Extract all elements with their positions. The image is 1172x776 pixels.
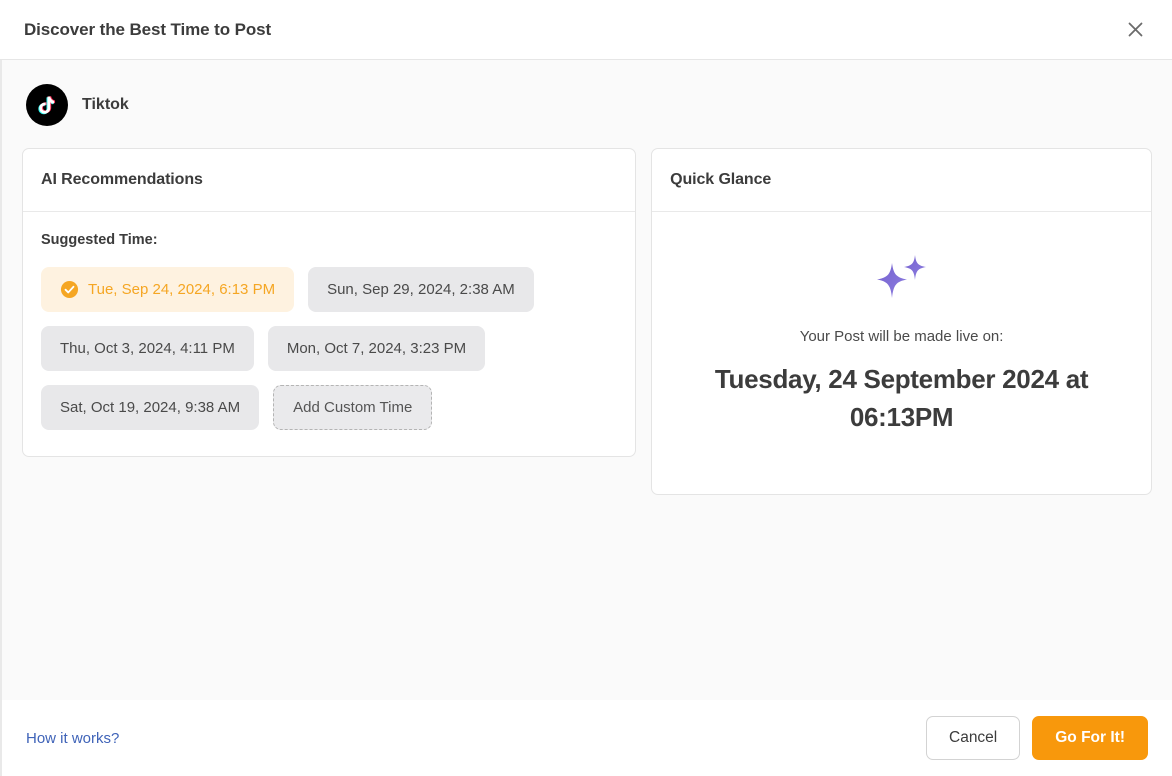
modal-footer: How it works? Cancel Go For It! <box>0 700 1172 776</box>
ai-recommendations-card: AI Recommendations Suggested Time: Tue, … <box>22 148 637 457</box>
quick-glance-datetime: Tuesday, 24 September 2024 at 06:13PM <box>714 364 1089 432</box>
go-for-it-button[interactable]: Go For It! <box>1032 716 1148 760</box>
quick-glance-body: Your Post will be made live on: Tuesday,… <box>652 212 1151 494</box>
quick-glance-title: Quick Glance <box>670 171 772 188</box>
platform-row: Tiktok <box>22 60 1152 148</box>
time-chip[interactable]: Mon, Oct 7, 2024, 3:23 PM <box>267 326 486 371</box>
modal-header: Discover the Best Time to Post <box>0 0 1172 60</box>
suggested-time-chip-list: Tue, Sep 24, 2024, 6:13 PM Sun, Sep 29, … <box>41 267 617 430</box>
time-chip[interactable]: Sat, Oct 19, 2024, 9:38 AM <box>41 385 260 430</box>
time-chip[interactable]: Sun, Sep 29, 2024, 2:38 AM <box>308 267 534 312</box>
quick-glance-subtitle: Your Post will be made live on: <box>799 328 1004 346</box>
time-chip-label: Sun, Sep 29, 2024, 2:38 AM <box>327 281 515 298</box>
add-custom-time-label: Add Custom Time <box>293 399 413 416</box>
time-chip-label: Tue, Sep 24, 2024, 6:13 PM <box>88 281 276 298</box>
suggested-time-label: Suggested Time: <box>41 232 158 248</box>
page-title: Discover the Best Time to Post <box>24 19 272 39</box>
time-chip-selected[interactable]: Tue, Sep 24, 2024, 6:13 PM <box>41 267 295 312</box>
footer-actions: Cancel Go For It! <box>926 716 1148 760</box>
modal-body: Tiktok AI Recommendations Suggested Time… <box>0 60 1172 700</box>
quick-glance-card: Quick Glance Your Post will be made live… <box>651 148 1152 495</box>
close-icon <box>1126 20 1145 39</box>
time-chip-label: Sat, Oct 19, 2024, 9:38 AM <box>60 399 241 416</box>
time-chip-label: Mon, Oct 7, 2024, 3:23 PM <box>286 340 467 357</box>
platform-name: Tiktok <box>82 96 129 113</box>
left-accent-marker <box>0 60 2 76</box>
left-accent-marker-secondary <box>0 160 2 170</box>
ai-card-title: AI Recommendations <box>41 171 203 188</box>
how-it-works-link[interactable]: How it works? <box>26 730 119 747</box>
ai-card-header: AI Recommendations <box>23 149 636 212</box>
check-circle-icon <box>60 280 79 299</box>
ai-card-body: Suggested Time: Tue, Sep 24, 2024, 6:13 … <box>23 212 635 456</box>
sparkles-icon <box>869 253 935 308</box>
time-chip[interactable]: Thu, Oct 3, 2024, 4:11 PM <box>41 326 254 371</box>
best-time-to-post-modal: Discover the Best Time to Post Tiktok AI… <box>0 0 1172 776</box>
quick-glance-header: Quick Glance <box>652 149 1151 212</box>
cancel-button[interactable]: Cancel <box>926 716 1021 760</box>
tiktok-logo-icon <box>26 84 68 126</box>
panels-container: AI Recommendations Suggested Time: Tue, … <box>22 148 1152 495</box>
time-chip-label: Thu, Oct 3, 2024, 4:11 PM <box>60 340 235 357</box>
close-button[interactable] <box>1118 13 1152 47</box>
add-custom-time-button[interactable]: Add Custom Time <box>273 385 433 430</box>
